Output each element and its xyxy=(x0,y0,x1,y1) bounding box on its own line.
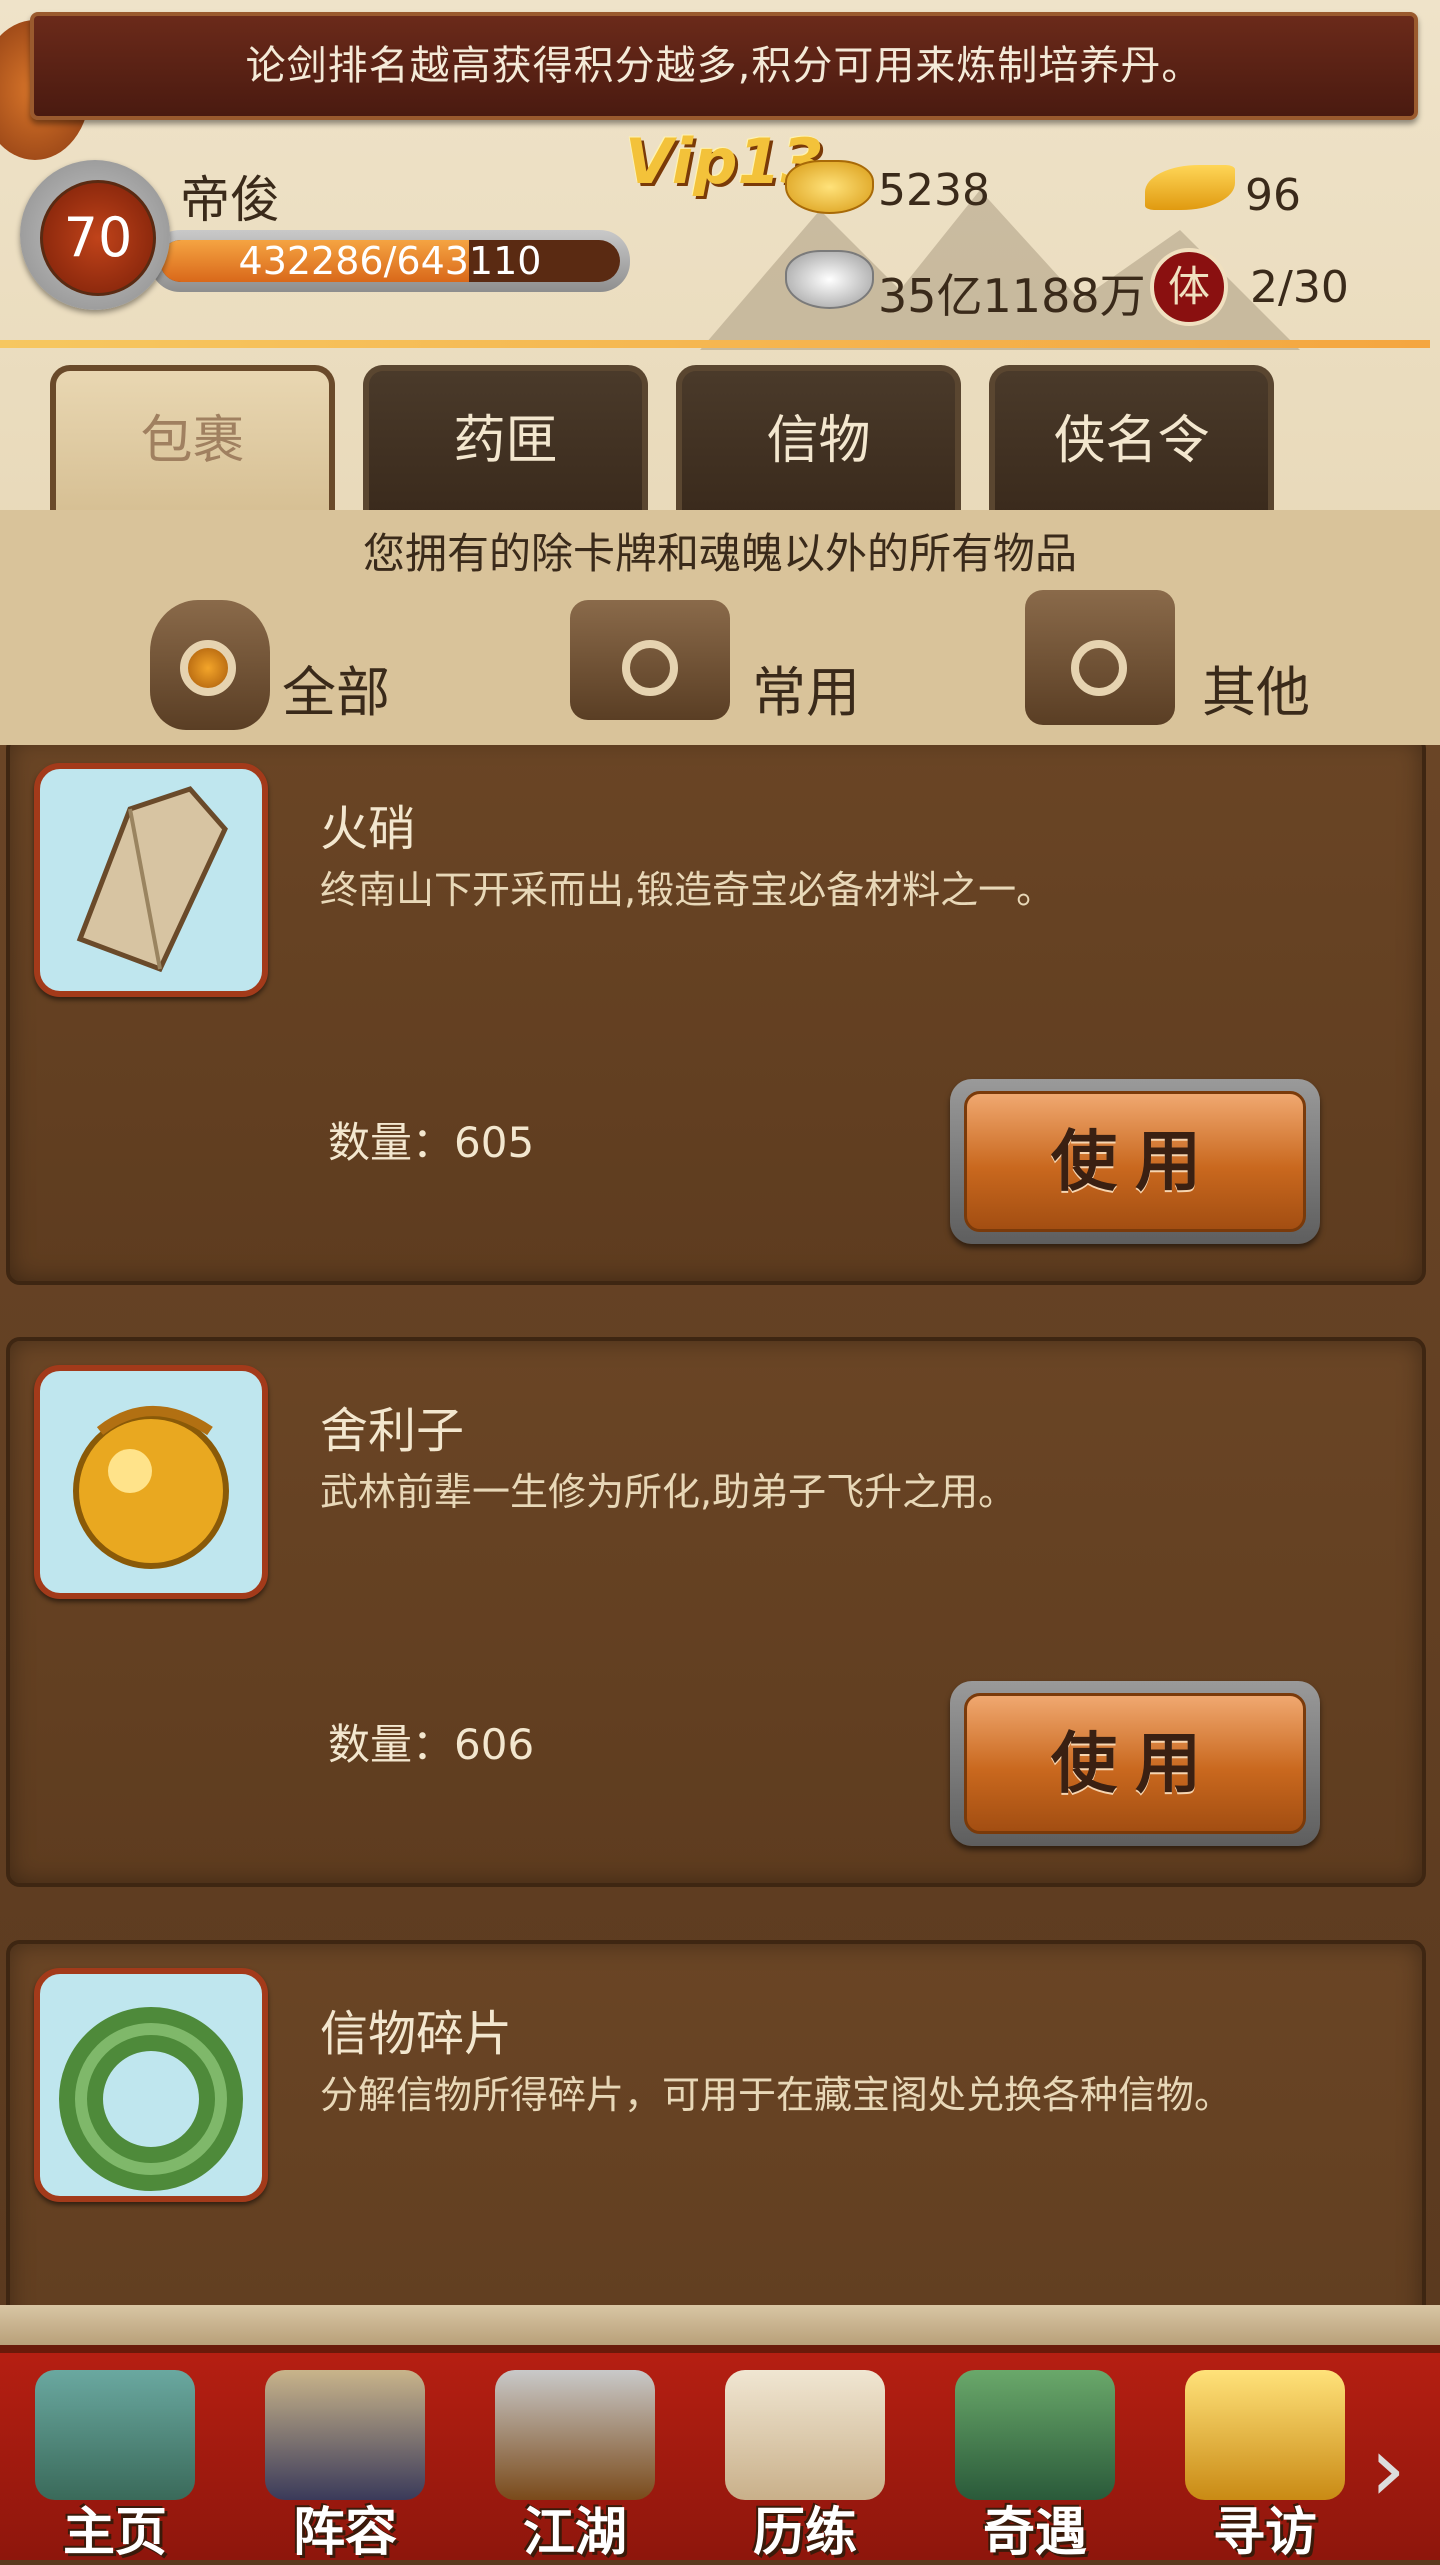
use-button-label: 使用 xyxy=(964,1091,1306,1232)
item-name: 信物碎片 xyxy=(320,2006,513,2062)
player-level: 70 xyxy=(63,206,133,269)
use-button-label: 使用 xyxy=(964,1693,1306,1834)
announcement-text: 论剑排名越高获得积分越多,积分可用来炼制培养丹。 xyxy=(245,43,1203,89)
open-box-icon[interactable] xyxy=(1025,590,1175,725)
golden-orb-icon xyxy=(34,1365,268,1599)
stone-icon xyxy=(34,763,268,997)
nav-lineup[interactable]: 阵容 xyxy=(245,2370,445,2563)
tab-token[interactable]: 信物 xyxy=(676,365,961,515)
item-quantity: 数量：605 xyxy=(328,1118,535,1167)
gold-amount: 5238 xyxy=(878,165,990,216)
item-name: 舍利子 xyxy=(320,1403,465,1459)
warrior-icon xyxy=(265,2370,425,2500)
bag-icon[interactable] xyxy=(150,600,270,730)
announcement-banner: 论剑排名越高获得积分越多,积分可用来炼制培养丹。 xyxy=(30,12,1418,120)
list-item: 信物碎片 分解信物所得碎片，可用于在藏宝阁处兑换各种信物。 xyxy=(6,1940,1426,2305)
bag-ring xyxy=(180,640,236,696)
box-ring xyxy=(622,640,678,696)
item-name: 火硝 xyxy=(320,801,417,857)
stamina-icon: 体 xyxy=(1150,248,1228,326)
item-description: 武林前辈一生修为所化,助弟子飞升之用。 xyxy=(320,1470,1017,1514)
scroll-icon xyxy=(725,2370,885,2500)
mountain-icon xyxy=(955,2370,1115,2500)
use-button[interactable]: 使用 xyxy=(950,1079,1320,1244)
player-name: 帝俊 xyxy=(180,171,280,229)
list-item: 舍利子 武林前辈一生修为所化,助弟子飞升之用。 数量：606 使用 xyxy=(6,1337,1426,1887)
nav-label: 阵容 xyxy=(292,2503,397,2563)
nav-label: 寻访 xyxy=(1212,2503,1317,2563)
sword-icon xyxy=(495,2370,655,2500)
header-divider xyxy=(0,340,1430,348)
item-description: 分解信物所得碎片，可用于在藏宝阁处兑换各种信物。 xyxy=(320,2073,1233,2117)
tab-medicine[interactable]: 药匣 xyxy=(363,365,648,515)
gold-ingot-icon xyxy=(785,160,874,214)
temple-icon xyxy=(35,2370,195,2500)
category-common[interactable]: 常用 xyxy=(752,648,860,727)
use-button[interactable]: 使用 xyxy=(950,1681,1320,1846)
exp-text: 432286/643110 xyxy=(238,239,542,283)
nav-home[interactable]: 主页 xyxy=(15,2370,215,2563)
nav-encounter[interactable]: 奇遇 xyxy=(935,2370,1135,2563)
nav-decoration xyxy=(0,2305,1440,2350)
nav-visit[interactable]: 寻访 xyxy=(1165,2370,1365,2563)
nav-label: 江湖 xyxy=(522,2503,627,2563)
nav-jianghu[interactable]: 江湖 xyxy=(475,2370,675,2563)
gold-leaf-amount: 96 xyxy=(1245,170,1301,221)
nav-label: 主页 xyxy=(62,2503,167,2563)
jade-ring-icon xyxy=(34,1968,268,2202)
list-item: 火硝 终南山下开采而出,锻造奇宝必备材料之一。 数量：605 使用 xyxy=(6,745,1426,1285)
category-description: 您拥有的除卡牌和魂魄以外的所有物品 xyxy=(362,529,1077,578)
nav-training[interactable]: 历练 xyxy=(705,2370,905,2563)
nav-next-arrow-icon[interactable]: › xyxy=(1370,2420,1430,2520)
nav-label: 奇遇 xyxy=(982,2503,1087,2563)
tab-bag[interactable]: 包裹 xyxy=(50,365,335,515)
category-other[interactable]: 其他 xyxy=(1202,648,1310,727)
item-list[interactable]: 火硝 终南山下开采而出,锻造奇宝必备材料之一。 数量：605 使用 舍利子 武林… xyxy=(0,745,1440,2305)
stamina-amount: 2/30 xyxy=(1250,262,1349,313)
item-description: 终南山下开采而出,锻造奇宝必备材料之一。 xyxy=(320,868,1055,912)
silver-ingot-icon xyxy=(785,250,874,309)
box-icon[interactable] xyxy=(570,600,730,720)
open-box-ring xyxy=(1071,640,1127,696)
item-quantity: 数量：606 xyxy=(328,1720,535,1769)
silver-amount: 35亿1188万 xyxy=(878,269,1146,323)
treasure-icon xyxy=(1185,2370,1345,2500)
category-all[interactable]: 全部 xyxy=(282,648,390,727)
tab-hero-order[interactable]: 侠名令 xyxy=(989,365,1274,515)
nav-label: 历练 xyxy=(752,2503,857,2563)
